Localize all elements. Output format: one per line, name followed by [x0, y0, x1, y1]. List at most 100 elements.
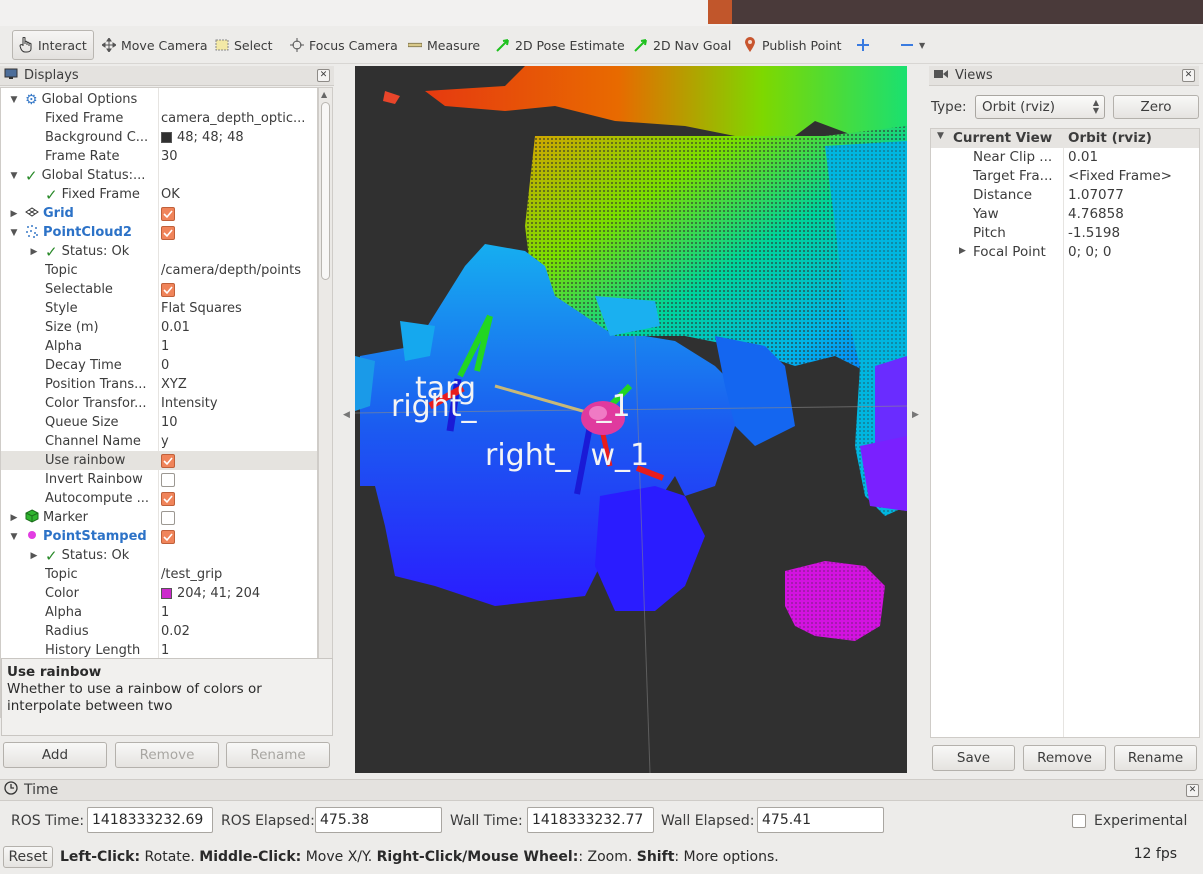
expand-arrow-icon[interactable]: ▶	[9, 209, 19, 219]
tree-row-value[interactable]: 30	[161, 149, 315, 164]
tree-row-fixed-frame[interactable]: Fixed Frame camera_depth_optic...	[1, 109, 317, 128]
move-camera-tool-button[interactable]: Move Camera	[96, 30, 214, 60]
tree-row-topic-2[interactable]: Topic /test_grip	[1, 565, 317, 584]
expand-arrow-icon[interactable]: ▶	[29, 551, 39, 561]
tree-row-decay-time[interactable]: Decay Time 0	[1, 356, 317, 375]
view-prop-value[interactable]: 4.76858	[1068, 206, 1124, 222]
expand-arrow-icon[interactable]: ▶	[29, 247, 39, 257]
add-tool-button[interactable]	[850, 30, 876, 60]
tree-row-style[interactable]: Style Flat Squares	[1, 299, 317, 318]
tree-row-value[interactable]: 1	[161, 643, 315, 658]
tree-row-global-status[interactable]: ▼ ✓ Global Status:...	[1, 166, 317, 185]
tree-row-radius[interactable]: Radius 0.02	[1, 622, 317, 641]
tree-row-background-color[interactable]: Background C... 48; 48; 48	[1, 128, 317, 147]
tree-row-marker[interactable]: ▶ Marker	[1, 508, 317, 527]
tree-row-value[interactable]: /camera/depth/points	[161, 263, 315, 278]
tree-row-pointcloud2[interactable]: ▼ PointCloud2	[1, 223, 317, 242]
view-prop-near-clip[interactable]: Near Clip ... 0.01	[931, 149, 1199, 168]
tree-row-value[interactable]: y	[161, 434, 315, 449]
view-prop-yaw[interactable]: Yaw 4.76858	[931, 206, 1199, 225]
3d-viewport[interactable]: targ right_ _1 right_ w_1	[355, 66, 907, 773]
use-rainbow-checkbox[interactable]	[161, 453, 175, 468]
view-type-select[interactable]: Orbit (rviz) ▲ ▼	[975, 95, 1105, 119]
tree-row-value[interactable]: camera_depth_optic...	[161, 111, 315, 126]
expand-arrow-icon[interactable]: ▼	[9, 171, 19, 181]
zero-button[interactable]: Zero	[1113, 95, 1199, 119]
tree-row-value[interactable]: 0.01	[161, 320, 315, 335]
view-prop-value[interactable]: 1.07077	[1068, 187, 1124, 203]
tree-row-value[interactable]: 1	[161, 605, 315, 620]
scroll-up-icon[interactable]: ▲	[321, 90, 327, 99]
ros-time-field[interactable]: 1418333232.69	[87, 807, 213, 833]
tree-row-alpha[interactable]: Alpha 1	[1, 337, 317, 356]
publish-point-tool-button[interactable]: Publish Point	[737, 30, 848, 60]
view-prop-distance[interactable]: Distance 1.07077	[931, 187, 1199, 206]
invert-rainbow-checkbox[interactable]	[161, 472, 175, 487]
tree-row-value[interactable]: 10	[161, 415, 315, 430]
tree-row-alpha-2[interactable]: Alpha 1	[1, 603, 317, 622]
interact-tool-button[interactable]: Interact	[12, 30, 94, 60]
tree-row-grid[interactable]: ▶ Grid	[1, 204, 317, 223]
tree-row-value[interactable]: /test_grip	[161, 567, 315, 582]
view-prop-value[interactable]: 0; 0; 0	[1068, 244, 1111, 260]
tree-row-value[interactable]: 0	[161, 358, 315, 373]
ros-elapsed-field[interactable]: 475.38	[315, 807, 442, 833]
tree-row-queue-size[interactable]: Queue Size 10	[1, 413, 317, 432]
tree-row-value-wrap[interactable]: 204; 41; 204	[161, 586, 315, 601]
pointcloud2-enabled-checkbox[interactable]	[161, 225, 175, 240]
grid-enabled-checkbox[interactable]	[161, 206, 175, 221]
view-prop-value[interactable]: <Fixed Frame>	[1068, 168, 1172, 184]
reset-button[interactable]: Reset	[3, 846, 53, 868]
remove-tool-button[interactable]: ▼	[894, 30, 931, 60]
measure-tool-button[interactable]: Measure	[402, 30, 486, 60]
tree-row-fixed-frame-status[interactable]: ✓ Fixed Frame OK	[1, 185, 317, 204]
expand-arrow-icon[interactable]: ▶	[959, 246, 966, 256]
displays-scrollbar[interactable]: ▲ ▼	[318, 87, 333, 718]
expand-arrow-icon[interactable]: ▼	[9, 95, 19, 105]
tree-row-topic[interactable]: Topic /camera/depth/points	[1, 261, 317, 280]
tree-row-pointcloud2-status[interactable]: ▶ ✓ Status: Ok	[1, 242, 317, 261]
save-view-button[interactable]: Save	[932, 745, 1015, 771]
tree-row-use-rainbow[interactable]: Use rainbow	[1, 451, 317, 470]
selectable-checkbox[interactable]	[161, 282, 175, 297]
close-icon[interactable]: ✕	[1182, 69, 1195, 82]
2d-nav-goal-tool-button[interactable]: 2D Nav Goal	[628, 30, 737, 60]
marker-enabled-checkbox[interactable]	[161, 510, 175, 525]
tree-row-channel-name[interactable]: Channel Name y	[1, 432, 317, 451]
collapse-right-arrow-icon[interactable]: ▶	[912, 410, 919, 420]
pointstamped-enabled-checkbox[interactable]	[161, 529, 175, 544]
view-prop-target-frame[interactable]: Target Fra... <Fixed Frame>	[931, 168, 1199, 187]
tree-row-value[interactable]: 1	[161, 339, 315, 354]
views-tree[interactable]: ▼ Current View Orbit (rviz) Near Clip ..…	[930, 128, 1200, 738]
displays-tree[interactable]: ▼ ⚙ Global Options Fixed Frame camera_de…	[0, 87, 318, 718]
current-view-row[interactable]: ▼ Current View Orbit (rviz)	[931, 129, 1199, 148]
focus-camera-tool-button[interactable]: Focus Camera	[284, 30, 404, 60]
2d-pose-estimate-tool-button[interactable]: 2D Pose Estimate	[490, 30, 631, 60]
close-icon[interactable]: ✕	[317, 69, 330, 82]
tree-row-global-options[interactable]: ▼ ⚙ Global Options	[1, 90, 317, 109]
tree-row-value[interactable]: 0.02	[161, 624, 315, 639]
remove-display-button[interactable]: Remove	[115, 742, 219, 768]
autocompute-checkbox[interactable]	[161, 491, 175, 506]
view-prop-value[interactable]: -1.5198	[1068, 225, 1120, 241]
rename-display-button[interactable]: Rename	[226, 742, 330, 768]
expand-arrow-icon[interactable]: ▼	[9, 228, 19, 238]
collapse-left-arrow-icon[interactable]: ◀	[343, 410, 350, 420]
view-prop-pitch[interactable]: Pitch -1.5198	[931, 225, 1199, 244]
tree-row-value[interactable]: Flat Squares	[161, 301, 315, 316]
scrollbar-thumb[interactable]	[321, 102, 330, 280]
view-prop-focal-point[interactable]: ▶ Focal Point 0; 0; 0	[931, 244, 1199, 263]
tree-row-frame-rate[interactable]: Frame Rate 30	[1, 147, 317, 166]
wall-time-field[interactable]: 1418333232.77	[527, 807, 654, 833]
tree-row-pointstamped-status[interactable]: ▶ ✓ Status: Ok	[1, 546, 317, 565]
tree-row-value[interactable]: XYZ	[161, 377, 315, 392]
expand-arrow-icon[interactable]: ▶	[9, 513, 19, 523]
add-display-button[interactable]: Add	[3, 742, 107, 768]
close-icon[interactable]: ✕	[1186, 784, 1199, 797]
tree-row-autocompute[interactable]: Autocompute ...	[1, 489, 317, 508]
tree-row-color-transformer[interactable]: Color Transfor... Intensity	[1, 394, 317, 413]
tree-row-selectable[interactable]: Selectable	[1, 280, 317, 299]
tree-row-invert-rainbow[interactable]: Invert Rainbow	[1, 470, 317, 489]
expand-arrow-icon[interactable]: ▼	[937, 131, 944, 141]
wall-elapsed-field[interactable]: 475.41	[757, 807, 884, 833]
